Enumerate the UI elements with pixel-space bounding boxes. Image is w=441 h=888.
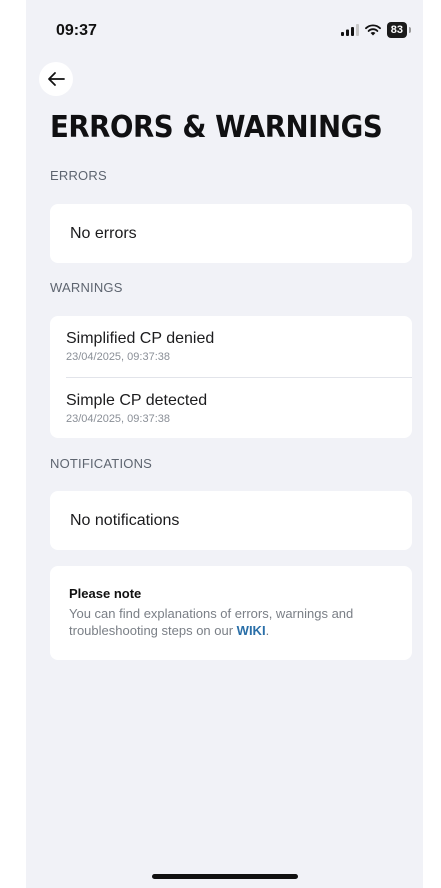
battery-icon: 83 (386, 22, 407, 38)
cellular-signal-icon (340, 24, 359, 36)
warning-title: Simplified CP denied (66, 330, 215, 347)
warning-title: Simple CP detected (66, 391, 208, 409)
warning-timestamp: 23/04/2025, 09:37:38 (66, 351, 170, 363)
note-body: You can find explanations of errors, war… (69, 605, 393, 639)
status-icons: 83 (340, 22, 411, 38)
home-indicator[interactable] (151, 874, 298, 879)
note-suffix: . (265, 623, 270, 638)
status-time: 09:37 (56, 22, 97, 39)
notifications-card: No notifications (50, 491, 412, 550)
page-title: ERRORS & WARNINGS (50, 110, 383, 145)
note-title: Please note (69, 586, 142, 601)
warning-item[interactable]: Simplified CP denied 23/04/2025, 09:37:3… (50, 316, 412, 377)
notifications-section-label: NOTIFICATIONS (50, 456, 153, 471)
wifi-icon (364, 24, 381, 36)
warnings-card: Simplified CP denied 23/04/2025, 09:37:3… (50, 316, 412, 438)
errors-card: No errors (50, 204, 412, 263)
errors-section-label: ERRORS (50, 168, 107, 183)
warnings-section-label: WARNINGS (50, 280, 123, 295)
wiki-link[interactable]: WIKI (237, 623, 266, 638)
no-errors-text: No errors (70, 224, 137, 242)
app-screen: 09:37 83 ERRORS & WARNINGS ERRORS No err… (26, 0, 423, 888)
arrow-left-icon (48, 72, 65, 86)
no-notifications-text: No notifications (70, 511, 180, 529)
back-button[interactable] (39, 62, 73, 96)
battery-tip (409, 27, 411, 33)
warning-item[interactable]: Simple CP detected 23/04/2025, 09:37:38 (50, 378, 412, 438)
note-body-text: You can find explanations of errors, war… (69, 606, 354, 638)
status-bar: 09:37 83 (26, 0, 423, 62)
warning-timestamp: 23/04/2025, 09:37:38 (66, 412, 170, 425)
please-note-card: Please note You can find explanations of… (50, 566, 412, 660)
